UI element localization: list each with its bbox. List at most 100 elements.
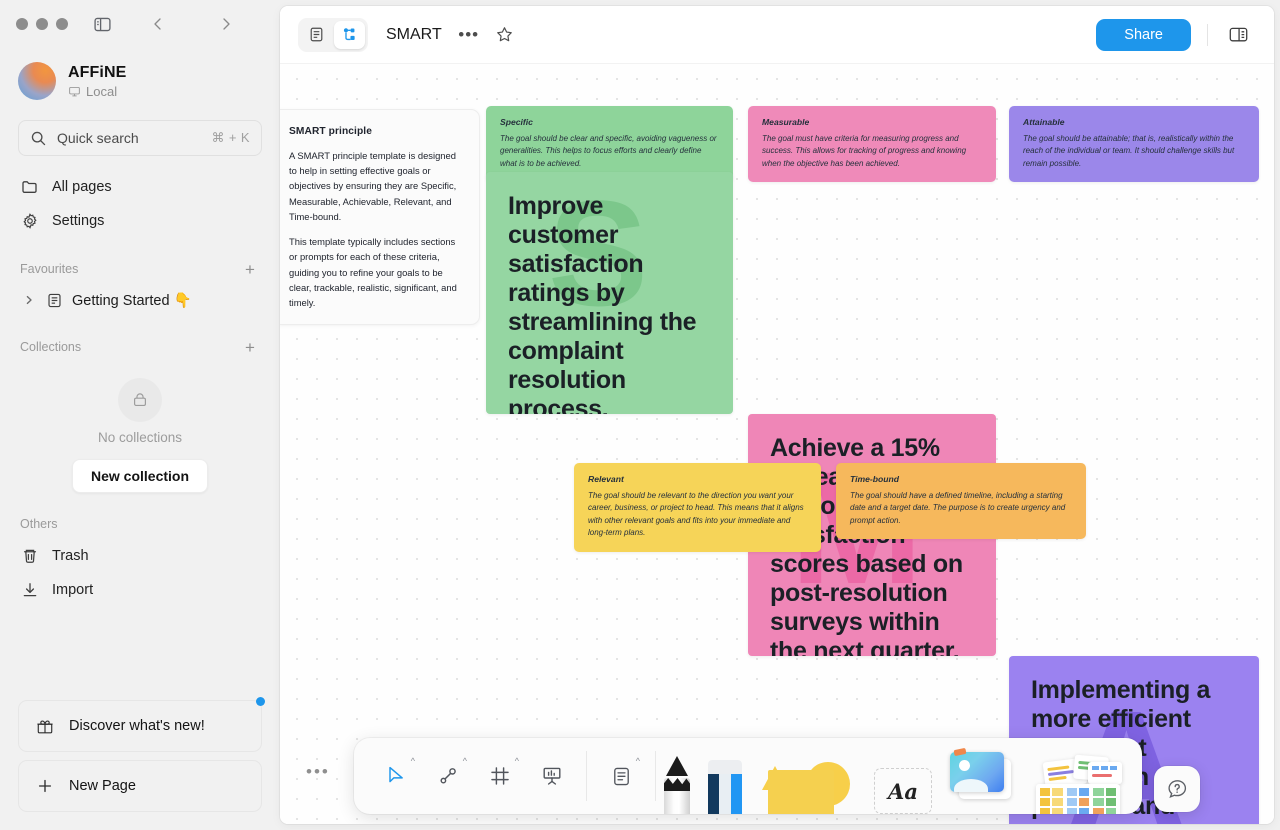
new-page-label: New Page bbox=[69, 778, 136, 794]
collections-empty-state: No collections New collection bbox=[0, 378, 280, 493]
image-tool[interactable] bbox=[950, 747, 1012, 802]
quick-search-button[interactable]: Quick search ⌘ + K bbox=[18, 120, 262, 156]
card-header-measurable-title: Measurable bbox=[762, 117, 810, 127]
edgeless-mode-button[interactable] bbox=[334, 20, 365, 49]
workspace-name: AFFiNE bbox=[68, 63, 127, 81]
toolbar-divider bbox=[1207, 23, 1208, 46]
quick-search-label: Quick search bbox=[57, 130, 139, 146]
note-tool-button[interactable]: ^ bbox=[595, 738, 647, 814]
connector-tool-button[interactable]: ^ bbox=[422, 738, 474, 814]
card-header-attainable-desc: The goal should be attainable; that is, … bbox=[1023, 134, 1235, 168]
card-header-specific[interactable]: Specific The goal should be clear and sp… bbox=[486, 106, 733, 183]
note-smart-principle-p1: A SMART principle template is designed t… bbox=[289, 150, 457, 222]
sidebar: AFFiNE Local Quick search ⌘ + K All page… bbox=[0, 0, 280, 830]
sidebar-item-import[interactable]: Import bbox=[10, 573, 270, 607]
note-icon bbox=[613, 767, 629, 785]
card-header-relevant-desc: The goal should be relevant to the direc… bbox=[588, 491, 804, 538]
collections-title: Collections bbox=[20, 340, 82, 354]
workspace-avatar bbox=[18, 62, 56, 100]
pen-wood bbox=[664, 778, 690, 791]
note-tool-caret[interactable]: ^ bbox=[636, 756, 640, 766]
sidebar-toggle-icon[interactable] bbox=[86, 8, 118, 40]
template-grid-col-1 bbox=[1040, 788, 1063, 814]
page-title[interactable]: SMART bbox=[386, 26, 442, 44]
help-button[interactable] bbox=[1154, 766, 1200, 812]
card-header-relevant[interactable]: Relevant The goal should be relevant to … bbox=[574, 463, 821, 552]
new-page-button[interactable]: New Page bbox=[18, 760, 262, 812]
close-window-button[interactable] bbox=[16, 18, 28, 30]
card-header-attainable[interactable]: Attainable The goal should be attainable… bbox=[1009, 106, 1259, 183]
template-grid-col-3 bbox=[1093, 788, 1117, 814]
edgeless-mode-icon bbox=[343, 28, 355, 41]
presentation-icon bbox=[543, 767, 561, 785]
sidebar-item-getting-started-label: Getting Started 👇 bbox=[72, 292, 192, 309]
nav-forward-icon[interactable] bbox=[210, 8, 242, 40]
edgeless-toolbar: ^ ^ ^ ^ Aa bbox=[354, 738, 1142, 814]
present-tool-button[interactable] bbox=[526, 738, 578, 814]
frame-tool-button[interactable]: ^ bbox=[474, 738, 526, 814]
window-traffic-lights bbox=[16, 18, 68, 30]
edgeless-canvas[interactable]: SMART principle A SMART principle templa… bbox=[280, 64, 1274, 824]
document-more-menu-button[interactable]: ••• bbox=[456, 22, 482, 48]
gift-icon bbox=[35, 716, 55, 736]
toolbar-divider-1 bbox=[586, 751, 587, 801]
right-sidebar-toggle-icon[interactable] bbox=[1224, 21, 1252, 49]
minimize-window-button[interactable] bbox=[36, 18, 48, 30]
select-tool-button[interactable]: ^ bbox=[370, 738, 422, 814]
search-icon bbox=[31, 131, 46, 145]
add-collection-button[interactable]: + bbox=[240, 337, 260, 357]
discover-whats-new-button[interactable]: Discover what's new! bbox=[18, 697, 265, 752]
share-button[interactable]: Share bbox=[1096, 18, 1191, 51]
eraser-tool[interactable] bbox=[708, 760, 742, 814]
editor-mode-switch bbox=[298, 17, 368, 52]
canvas-more-menu-button[interactable]: ••• bbox=[306, 762, 330, 782]
quick-search-shortcut: ⌘ + K bbox=[211, 130, 250, 145]
app-root: AFFiNE Local Quick search ⌘ + K All page… bbox=[0, 0, 1280, 830]
add-favourite-button[interactable]: + bbox=[240, 259, 260, 279]
maximize-window-button[interactable] bbox=[56, 18, 68, 30]
card-body-specific-text: Improve customer satisfaction ratings by… bbox=[508, 192, 697, 414]
sidebar-item-trash[interactable]: Trash bbox=[10, 539, 270, 573]
favourites-title: Favourites bbox=[20, 262, 79, 276]
pen-tool[interactable] bbox=[664, 756, 690, 814]
frame-tool-caret[interactable]: ^ bbox=[515, 756, 519, 766]
others-title: Others bbox=[20, 517, 58, 531]
card-body-specific[interactable]: S Improve customer satisfaction ratings … bbox=[486, 172, 733, 414]
trash-icon bbox=[20, 546, 40, 566]
sidebar-item-getting-started[interactable]: Getting Started 👇 bbox=[10, 284, 270, 316]
card-header-attainable-title: Attainable bbox=[1023, 117, 1065, 127]
discover-whats-new-label: Discover what's new! bbox=[69, 718, 205, 734]
connector-tool-caret[interactable]: ^ bbox=[463, 756, 467, 766]
chevron-right-icon[interactable] bbox=[22, 295, 36, 305]
favourite-star-icon[interactable] bbox=[492, 22, 518, 48]
card-header-measurable[interactable]: Measurable The goal must have criteria f… bbox=[748, 106, 996, 183]
card-header-time-bound[interactable]: Time-bound The goal should have a define… bbox=[836, 463, 1086, 540]
card-header-time-bound-title: Time-bound bbox=[850, 474, 900, 484]
collection-box-icon bbox=[118, 378, 162, 422]
note-smart-principle-title: SMART principle bbox=[289, 126, 373, 137]
workspace-selector[interactable]: AFFiNE Local bbox=[0, 48, 280, 110]
page-mode-button[interactable] bbox=[301, 21, 332, 49]
select-tool-caret[interactable]: ^ bbox=[411, 756, 415, 766]
document-surface: SMART ••• Share SMART principle A SMART … bbox=[280, 6, 1274, 824]
template-base-grid bbox=[1036, 784, 1120, 814]
sidebar-item-trash-label: Trash bbox=[52, 548, 89, 564]
sidebar-item-settings-label: Settings bbox=[52, 213, 105, 229]
new-collection-button[interactable]: New collection bbox=[71, 459, 209, 493]
main-area: SMART ••• Share SMART principle A SMART … bbox=[280, 0, 1280, 830]
others-section-header: Others bbox=[0, 509, 280, 539]
frame-icon bbox=[491, 767, 509, 785]
nav-back-icon[interactable] bbox=[142, 8, 174, 40]
card-header-time-bound-desc: The goal should have a defined timeline,… bbox=[850, 491, 1066, 525]
plus-icon bbox=[35, 776, 55, 796]
sidebar-item-all-pages-label: All pages bbox=[52, 179, 112, 195]
template-tool[interactable] bbox=[1030, 754, 1126, 814]
shape-tool[interactable] bbox=[760, 754, 856, 814]
sidebar-item-all-pages[interactable]: All pages bbox=[10, 170, 270, 204]
note-smart-principle[interactable]: SMART principle A SMART principle templa… bbox=[280, 109, 480, 326]
toolbar-divider-2 bbox=[655, 751, 656, 801]
sidebar-item-settings[interactable]: Settings bbox=[10, 204, 270, 238]
sidebar-item-import-label: Import bbox=[52, 582, 94, 598]
help-icon bbox=[1168, 780, 1187, 798]
text-tool[interactable]: Aa bbox=[874, 768, 932, 814]
